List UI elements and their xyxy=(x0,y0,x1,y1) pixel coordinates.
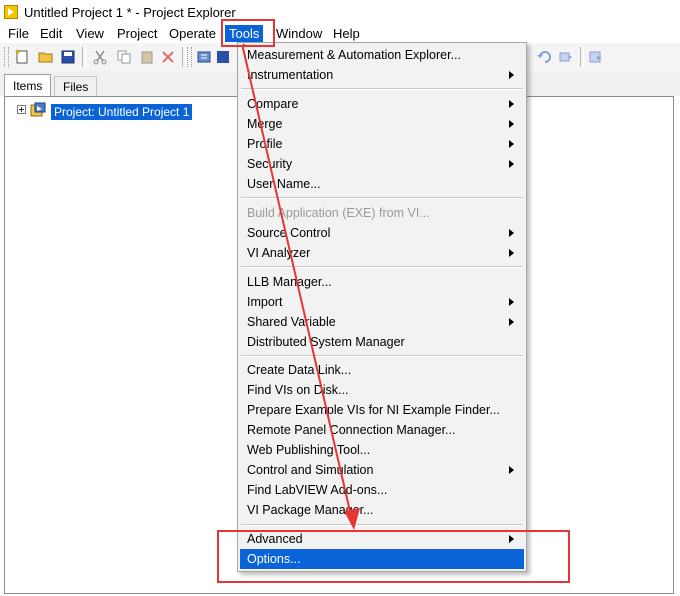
menu-item-compare[interactable]: Compare xyxy=(240,94,524,114)
submenu-arrow-icon xyxy=(509,466,514,474)
menu-item-instrumentation[interactable]: Instrumentation xyxy=(240,65,524,85)
menu-window[interactable]: Window xyxy=(272,25,326,42)
menu-item-remote-panel-connection-manager[interactable]: Remote Panel Connection Manager... xyxy=(240,420,524,440)
title-bar: Untitled Project 1 * - Project Explorer xyxy=(0,0,680,24)
menu-operate[interactable]: Operate xyxy=(165,25,220,42)
menu-item-label: Distributed System Manager xyxy=(247,335,405,349)
menu-item-label: Compare xyxy=(247,97,299,111)
expand-toggle-icon[interactable] xyxy=(17,105,26,114)
menu-item-web-publishing-tool[interactable]: Web Publishing Tool... xyxy=(240,440,524,460)
menu-file[interactable]: File xyxy=(4,25,33,42)
menu-view[interactable]: View xyxy=(72,25,108,42)
menu-item-label: Instrumentation xyxy=(247,68,334,82)
tab-items[interactable]: Items xyxy=(4,74,52,96)
toolbar-separator xyxy=(580,47,584,67)
menu-item-label: User Name... xyxy=(247,177,321,191)
menu-item-label: Create Data Link... xyxy=(247,363,352,377)
submenu-arrow-icon xyxy=(509,318,514,326)
menu-item-label: VI Analyzer xyxy=(247,246,311,260)
annotation-box-tools xyxy=(221,19,275,47)
submenu-arrow-icon xyxy=(509,100,514,108)
project-icon xyxy=(30,102,46,118)
copy-icon[interactable] xyxy=(116,49,132,65)
deploy-icon[interactable] xyxy=(588,49,604,65)
menu-item-label: Security xyxy=(247,157,293,171)
menu-item-vi-package-manager[interactable]: VI Package Manager... xyxy=(240,500,524,520)
submenu-arrow-icon xyxy=(509,229,514,237)
open-icon[interactable] xyxy=(38,49,54,65)
menu-item-label: Source Control xyxy=(247,226,331,240)
toolbar-separator xyxy=(182,47,186,67)
tools-menu: Measurement & Automation Explorer... Ins… xyxy=(237,42,527,572)
menu-item-label: LLB Manager... xyxy=(247,275,332,289)
toolbar-separator xyxy=(82,47,86,67)
menu-separator xyxy=(241,355,523,357)
redo-icon[interactable] xyxy=(558,49,574,65)
menu-item-label: Find LabVIEW Add-ons... xyxy=(247,483,388,497)
menu-item-label: Control and Simulation xyxy=(247,463,374,477)
menu-item-create-data-link[interactable]: Create Data Link... xyxy=(240,360,524,380)
menu-item-distributed-system-manager[interactable]: Distributed System Manager xyxy=(240,332,524,352)
submenu-arrow-icon xyxy=(509,140,514,148)
toolbar-grip xyxy=(4,47,9,67)
menu-item-merge[interactable]: Merge xyxy=(240,114,524,134)
menu-item-label: Remote Panel Connection Manager... xyxy=(247,423,456,437)
menu-separator xyxy=(241,88,523,90)
menu-item-find-labview-addons[interactable]: Find LabVIEW Add-ons... xyxy=(240,480,524,500)
menu-item-llb-manager[interactable]: LLB Manager... xyxy=(240,272,524,292)
menu-item-security[interactable]: Security xyxy=(240,154,524,174)
menu-help[interactable]: Help xyxy=(329,25,364,42)
tab-files[interactable]: Files xyxy=(54,76,98,96)
menu-item-label: Find VIs on Disk... xyxy=(247,383,349,397)
paste-icon[interactable] xyxy=(139,49,155,65)
menu-item-label: Measurement & Automation Explorer... xyxy=(247,48,461,62)
delete-icon[interactable] xyxy=(160,49,176,65)
menu-project[interactable]: Project xyxy=(113,25,161,42)
menu-item-label: VI Package Manager... xyxy=(247,503,374,517)
menu-edit[interactable]: Edit xyxy=(36,25,66,42)
window-title: Untitled Project 1 * - Project Explorer xyxy=(24,5,236,20)
submenu-arrow-icon xyxy=(509,71,514,79)
menu-item-prepare-example-vis[interactable]: Prepare Example VIs for NI Example Finde… xyxy=(240,400,524,420)
menu-item-label: Build Application (EXE) from VI... xyxy=(247,206,430,220)
submenu-arrow-icon xyxy=(509,160,514,168)
cut-icon[interactable] xyxy=(92,49,108,65)
menu-item-mae[interactable]: Measurement & Automation Explorer... xyxy=(240,45,524,65)
menu-item-label: Shared Variable xyxy=(247,315,336,329)
menu-item-user-name[interactable]: User Name... xyxy=(240,174,524,194)
project-root-label[interactable]: Project: Untitled Project 1 xyxy=(51,104,193,120)
menu-bar: File Edit View Project Operate Tools Win… xyxy=(0,24,680,43)
menu-item-shared-variable[interactable]: Shared Variable xyxy=(240,312,524,332)
build-icon[interactable] xyxy=(196,49,212,65)
menu-item-control-and-simulation[interactable]: Control and Simulation xyxy=(240,460,524,480)
menu-item-profile[interactable]: Profile xyxy=(240,134,524,154)
menu-item-label: Import xyxy=(247,295,283,309)
menu-item-import[interactable]: Import xyxy=(240,292,524,312)
menu-item-label: Merge xyxy=(247,117,283,131)
menu-item-find-vis-on-disk[interactable]: Find VIs on Disk... xyxy=(240,380,524,400)
menu-separator xyxy=(241,524,523,526)
menu-item-label: Prepare Example VIs for NI Example Finde… xyxy=(247,403,500,417)
menu-separator xyxy=(241,197,523,199)
menu-item-label: Profile xyxy=(247,137,283,151)
undo-icon[interactable] xyxy=(536,49,552,65)
menu-item-vi-analyzer[interactable]: VI Analyzer xyxy=(240,243,524,263)
menu-separator xyxy=(241,266,523,268)
menu-item-source-control[interactable]: Source Control xyxy=(240,223,524,243)
menu-item-label: Web Publishing Tool... xyxy=(247,443,371,457)
menu-item-build-application: Build Application (EXE) from VI... xyxy=(240,203,524,223)
annotation-box-options xyxy=(217,530,570,583)
save-icon[interactable] xyxy=(215,49,231,65)
new-icon[interactable] xyxy=(14,49,30,65)
toolbar-grip xyxy=(187,47,192,67)
submenu-arrow-icon xyxy=(509,298,514,306)
labview-app-icon xyxy=(4,5,18,19)
submenu-arrow-icon xyxy=(509,249,514,257)
save-all-icon[interactable] xyxy=(60,49,76,65)
submenu-arrow-icon xyxy=(509,120,514,128)
